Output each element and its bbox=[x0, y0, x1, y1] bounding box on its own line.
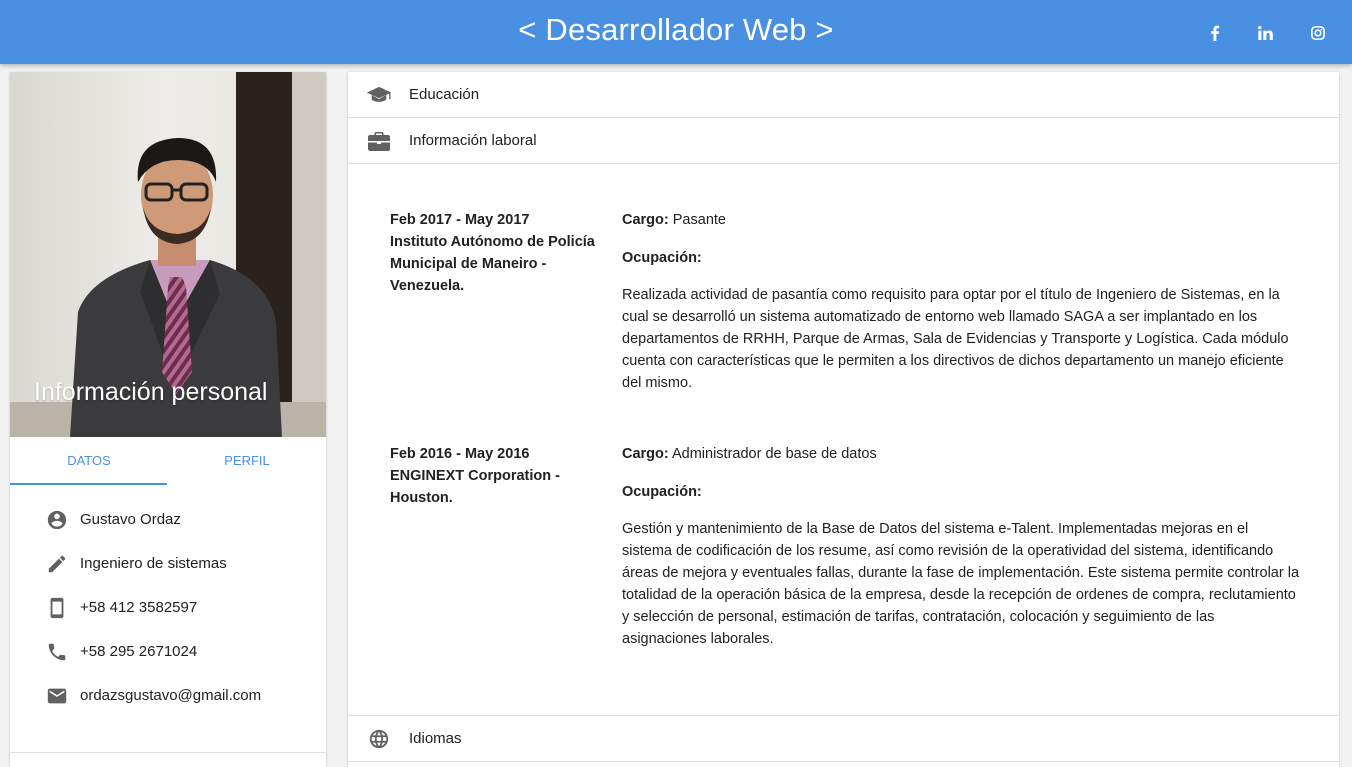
collapsible-sections: Educación Información laboral Feb 2017 -… bbox=[348, 72, 1339, 767]
section-label-work: Información laboral bbox=[409, 132, 537, 149]
job-place: ENGINEXT Corporation - Houston. bbox=[390, 468, 560, 506]
list-item-mobile: +58 412 3582597 bbox=[46, 596, 197, 620]
phone-text: +58 295 2671024 bbox=[80, 643, 198, 660]
job-details: Cargo: Pasante Ocupación: Realizada acti… bbox=[622, 209, 1302, 394]
job-header: Feb 2017 - May 2017 Instituto Autónomo d… bbox=[390, 209, 600, 297]
section-label-languages: Idiomas bbox=[409, 730, 462, 747]
name-text: Gustavo Ordaz bbox=[80, 511, 181, 528]
profile-photo: Información personal bbox=[10, 72, 326, 437]
job-period: Feb 2017 - May 2017 bbox=[390, 212, 530, 228]
list-item-profession: Ingeniero de sistemas bbox=[46, 552, 227, 576]
work-section-body: Feb 2017 - May 2017 Instituto Autónomo d… bbox=[348, 165, 1339, 716]
pencil-icon bbox=[48, 555, 66, 573]
phone-icon bbox=[48, 643, 66, 661]
photo-caption: Información personal bbox=[34, 378, 268, 406]
cargo-value: Administrador de base de datos bbox=[671, 446, 877, 462]
section-header-languages[interactable]: Idiomas bbox=[348, 716, 1339, 762]
divider bbox=[10, 752, 326, 753]
job-details: Cargo: Administrador de base de datos Oc… bbox=[622, 443, 1302, 650]
ocupacion-label: Ocupación: bbox=[622, 250, 702, 266]
list-item-email: ordazsgustavo@gmail.com bbox=[46, 684, 261, 708]
job-period: Feb 2016 - May 2016 bbox=[390, 446, 530, 462]
job-description: Gestión y mantenimiento de la Base de Da… bbox=[622, 521, 1300, 647]
email-icon bbox=[47, 688, 67, 704]
briefcase-icon bbox=[366, 129, 392, 153]
page-title: < Desarrollador Web > bbox=[518, 12, 834, 47]
cargo-value: Pasante bbox=[672, 212, 726, 228]
ocupacion-label: Ocupación: bbox=[622, 484, 702, 500]
section-header-education[interactable]: Educación bbox=[348, 72, 1339, 118]
cargo-label: Cargo: bbox=[622, 212, 669, 228]
section-header-work[interactable]: Información laboral bbox=[348, 118, 1339, 164]
profile-tabs: DATOS PERFIL bbox=[10, 437, 326, 485]
tab-datos[interactable]: DATOS bbox=[10, 437, 168, 485]
cargo-label: Cargo: bbox=[622, 446, 669, 462]
top-app-bar: < Desarrollador Web > bbox=[0, 0, 1352, 64]
list-item-name: Gustavo Ordaz bbox=[46, 508, 181, 532]
mobile-text: +58 412 3582597 bbox=[80, 599, 198, 616]
graduation-cap-icon bbox=[366, 83, 392, 107]
profile-card: Información personal DATOS PERFIL Gustav… bbox=[10, 72, 326, 767]
email-text: ordazsgustavo@gmail.com bbox=[80, 687, 262, 704]
tab-indicator bbox=[10, 483, 167, 485]
account-circle-icon bbox=[47, 510, 67, 530]
job-header: Feb 2016 - May 2016 ENGINEXT Corporation… bbox=[390, 443, 600, 509]
smartphone-icon bbox=[50, 597, 64, 619]
section-label-education: Educación bbox=[409, 86, 480, 103]
job-place: Instituto Autónomo de Policía Municipal … bbox=[390, 234, 595, 294]
linkedin-icon[interactable] bbox=[1254, 22, 1276, 44]
profession-text: Ingeniero de sistemas bbox=[80, 555, 227, 572]
list-item-phone: +58 295 2671024 bbox=[46, 640, 197, 664]
globe-icon bbox=[366, 727, 392, 751]
instagram-icon[interactable] bbox=[1307, 22, 1329, 44]
tab-perfil[interactable]: PERFIL bbox=[168, 437, 326, 485]
facebook-icon[interactable] bbox=[1204, 22, 1226, 44]
job-description: Realizada actividad de pasantía como req… bbox=[622, 287, 1289, 391]
